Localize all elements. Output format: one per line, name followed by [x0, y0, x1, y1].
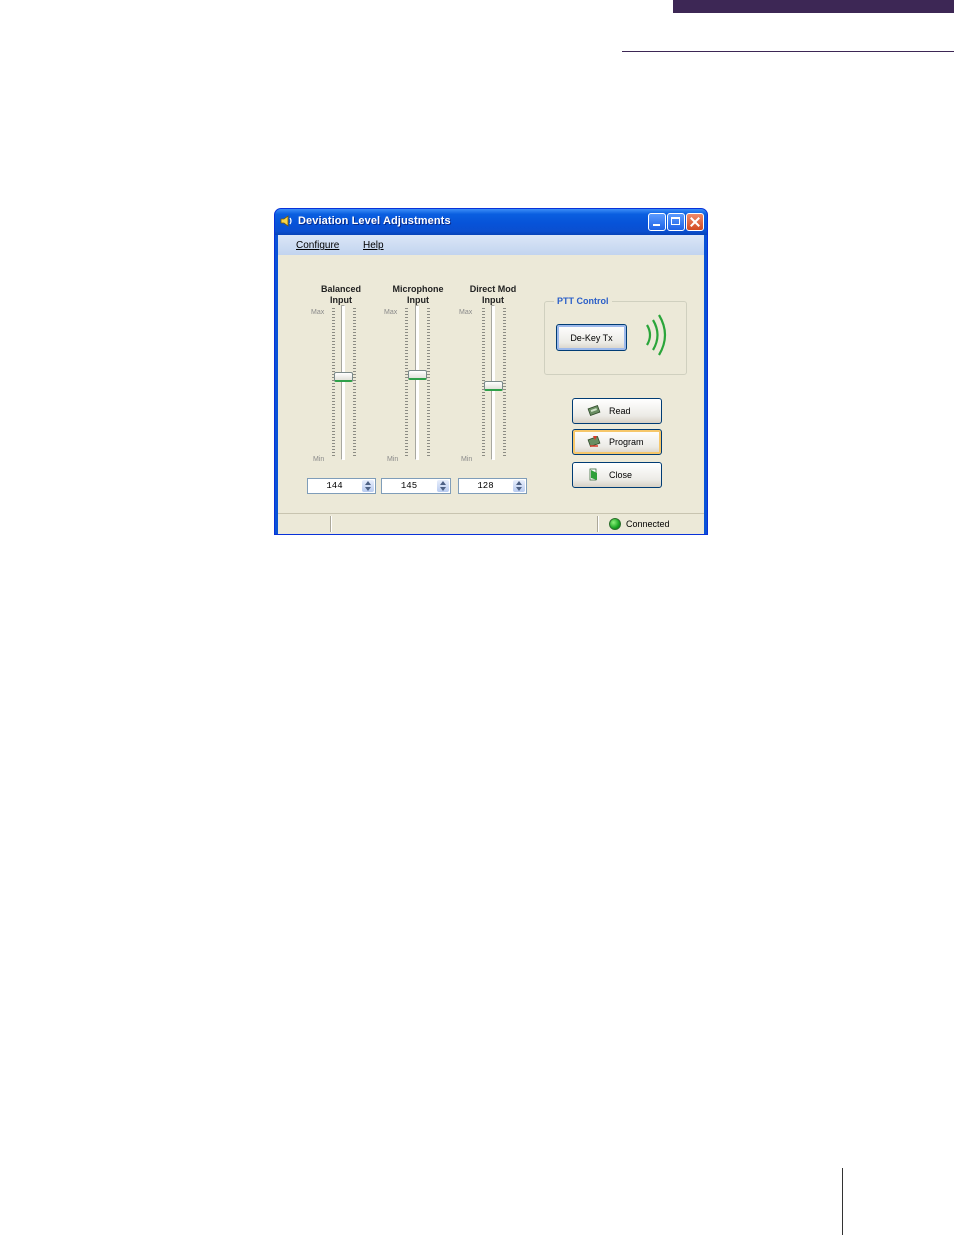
connection-status-icon — [609, 518, 621, 530]
microphone-max-label: Max — [384, 309, 398, 316]
program-label: Program — [609, 437, 644, 447]
menu-bar: Configure Help — [278, 235, 704, 255]
program-icon — [587, 435, 601, 448]
maximize-button[interactable] — [667, 213, 685, 231]
balanced-slider-thumb[interactable] — [334, 372, 353, 382]
direct-mod-slider-thumb[interactable] — [484, 381, 503, 391]
read-button[interactable]: Read — [572, 398, 662, 424]
read-icon — [587, 404, 601, 417]
direct-mod-min-label: Min — [461, 456, 473, 463]
window-title: Deviation Level Adjustments — [298, 215, 451, 227]
direct-mod-max-label: Max — [459, 309, 473, 316]
deviation-window: Deviation Level Adjustments Configure He… — [274, 208, 708, 535]
balanced-input-spinbox[interactable]: 144 — [307, 478, 376, 494]
signal-waves-icon — [646, 314, 667, 356]
close-window-button[interactable] — [686, 213, 704, 231]
ptt-control-title: PTT Control — [554, 296, 612, 306]
microphone-min-label: Min — [387, 456, 399, 463]
spin-arrows-icon[interactable] — [437, 480, 449, 492]
microphone-input-label: Microphone Input — [392, 284, 444, 305]
microphone-input-value[interactable]: 145 — [382, 481, 436, 491]
close-button[interactable]: Close — [572, 462, 662, 488]
microphone-ticks-right — [427, 308, 430, 456]
status-bar: Connected — [278, 513, 704, 534]
direct-mod-input-value[interactable]: 128 — [459, 481, 512, 491]
direct-mod-ticks-right — [503, 308, 506, 456]
spin-arrows-icon[interactable] — [513, 480, 525, 492]
balanced-slider-track[interactable] — [341, 305, 345, 460]
program-button[interactable]: Program — [572, 429, 662, 455]
microphone-slider-track[interactable] — [415, 305, 419, 460]
balanced-ticks-left — [332, 308, 335, 456]
de-key-tx-label: De-Key Tx — [570, 333, 613, 343]
exit-arrow-icon — [589, 468, 597, 481]
connection-status-text: Connected — [626, 519, 670, 529]
microphone-ticks-left — [405, 308, 408, 456]
spin-arrows-icon[interactable] — [362, 480, 374, 492]
microphone-input-spinbox[interactable]: 145 — [381, 478, 451, 494]
menu-configure[interactable]: Configure — [296, 240, 339, 251]
status-divider — [330, 516, 332, 532]
title-bar[interactable]: Deviation Level Adjustments — [275, 209, 707, 235]
de-key-tx-button[interactable]: De-Key Tx — [556, 324, 627, 351]
balanced-input-value[interactable]: 144 — [308, 481, 361, 491]
close-label: Close — [609, 470, 633, 480]
direct-mod-input-spinbox[interactable]: 128 — [458, 478, 527, 494]
read-label: Read — [609, 406, 631, 416]
page-header-band — [673, 0, 954, 13]
direct-mod-input-label: Direct Mod Input — [469, 284, 517, 305]
balanced-min-label: Min — [313, 456, 325, 463]
status-divider — [597, 516, 599, 532]
microphone-slider-thumb[interactable] — [408, 370, 427, 380]
page-header-rule — [622, 51, 954, 52]
menu-help[interactable]: Help — [363, 240, 384, 251]
balanced-ticks-right — [353, 308, 356, 456]
page-footer-rule — [842, 1168, 843, 1235]
client-area: Configure Help Balanced Input Max Min 14… — [278, 235, 704, 534]
balanced-input-label: Balanced Input — [320, 284, 362, 305]
minimize-button[interactable] — [648, 213, 666, 231]
speaker-icon — [280, 215, 292, 227]
balanced-max-label: Max — [311, 309, 325, 316]
